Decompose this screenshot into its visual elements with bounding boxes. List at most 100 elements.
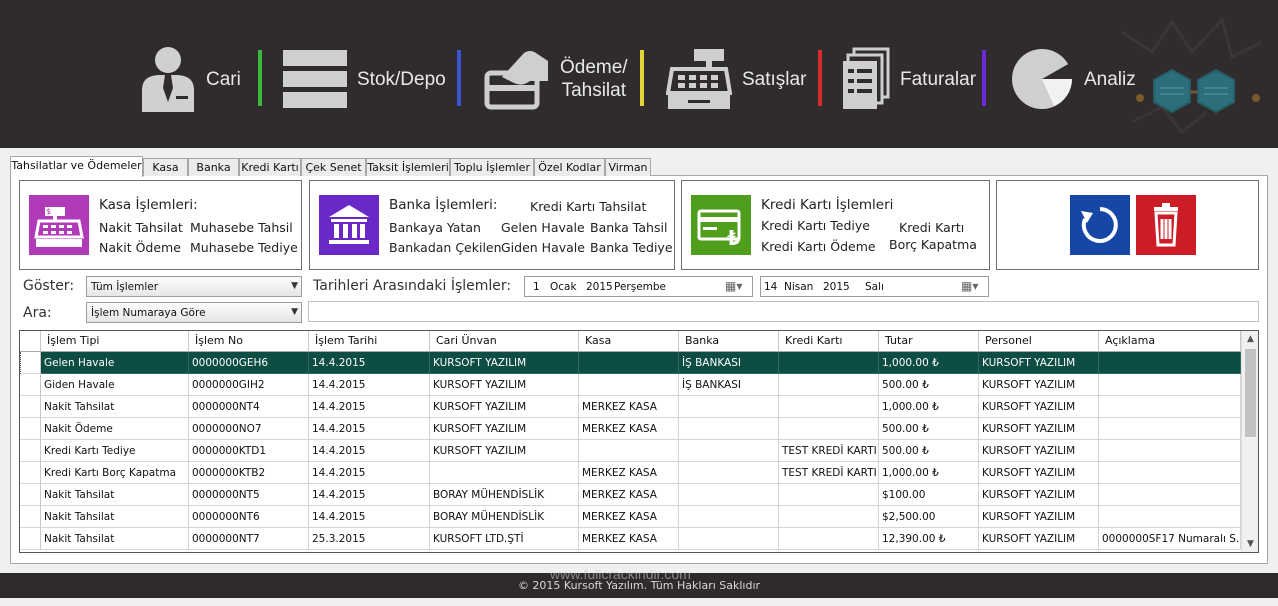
nakit-tahsilat-link[interactable]: Nakit Tahsilat bbox=[99, 220, 183, 235]
giden-havale-link[interactable]: Giden Havale bbox=[501, 240, 585, 255]
table-cell bbox=[679, 528, 779, 550]
banka-tahsil-link[interactable]: Banka Tahsil bbox=[590, 220, 667, 235]
scroll-up-icon[interactable]: ▲ bbox=[1242, 331, 1258, 347]
table-cell bbox=[679, 506, 779, 528]
menu-odeme-tahsilat[interactable]: Ödeme/ Tahsilat bbox=[484, 40, 628, 118]
row-header[interactable] bbox=[20, 418, 41, 440]
row-header[interactable] bbox=[20, 440, 41, 462]
table-cell: 500.00 ₺ bbox=[879, 418, 979, 440]
column-header[interactable]: Tutar bbox=[879, 331, 979, 352]
transactions-grid[interactable]: İşlem Tipi İşlem No İşlem Tarihi Cari Ünvan… bbox=[19, 330, 1259, 553]
ara-value: İşlem Numaraya Göre bbox=[91, 307, 206, 319]
tab-kasa[interactable]: Kasa bbox=[143, 158, 188, 176]
kredi-karti-borc-line1[interactable]: Kredi Kartı bbox=[899, 220, 964, 235]
kredi-karti-tediye-link[interactable]: Kredi Kartı Tediye bbox=[761, 218, 870, 233]
nakit-odeme-link[interactable]: Nakit Ödeme bbox=[99, 240, 181, 255]
banka-tediye-link[interactable]: Banka Tediye bbox=[590, 240, 673, 255]
goster-label: Göster: bbox=[23, 278, 75, 294]
goster-value: Tüm İşlemler bbox=[91, 281, 159, 293]
menu-stok-depo[interactable]: Stok/Depo bbox=[283, 40, 446, 118]
table-cell bbox=[1099, 352, 1241, 374]
muhasebe-tediye-link[interactable]: Muhasebe Tediye bbox=[190, 240, 298, 255]
menu-odeme-tahsilat-label: Ödeme/ Tahsilat bbox=[560, 56, 628, 102]
row-header[interactable] bbox=[20, 506, 41, 528]
table-cell: KURSOFT YAZILIM bbox=[979, 440, 1099, 462]
kredi-karti-tahsilat-link[interactable]: Kredi Kartı Tahsilat bbox=[530, 199, 646, 214]
calendar-icon[interactable]: ▦▾ bbox=[725, 279, 742, 293]
table-cell: TEST KREDİ KARTI bbox=[779, 440, 879, 462]
menu-odeme-line2: Tahsilat bbox=[561, 80, 626, 101]
column-header[interactable]: Banka bbox=[679, 331, 779, 352]
search-input[interactable] bbox=[308, 301, 1259, 322]
row-header[interactable] bbox=[20, 462, 41, 484]
tarih-araligi-label: Tarihleri Arasındaki İşlemler: bbox=[313, 278, 512, 294]
column-header[interactable]: Kasa bbox=[579, 331, 679, 352]
table-cell: Giden Havale bbox=[41, 374, 189, 396]
menu-faturalar[interactable]: Faturalar bbox=[842, 40, 976, 118]
table-cell: KURSOFT YAZILIM bbox=[979, 352, 1099, 374]
table-cell: 14.4.2015 bbox=[309, 506, 430, 528]
table-cell: 14.4.2015 bbox=[309, 462, 430, 484]
goster-select[interactable]: Tüm İşlemler ▼ bbox=[86, 276, 302, 297]
column-header[interactable]: İşlem No bbox=[189, 331, 309, 352]
action-panel bbox=[996, 180, 1259, 270]
bankaya-yatan-link[interactable]: Bankaya Yatan bbox=[389, 220, 481, 235]
table-cell: 0000000GIH2 bbox=[189, 374, 309, 396]
kredi-karti-odeme-link[interactable]: Kredi Kartı Ödeme bbox=[761, 239, 876, 254]
table-cell: MERKEZ KASA bbox=[579, 528, 679, 550]
row-header[interactable] bbox=[20, 374, 41, 396]
date-to-weekday: Salı bbox=[865, 281, 884, 293]
table-cell: 0000000GEH6 bbox=[189, 352, 309, 374]
column-header[interactable]: İşlem Tipi bbox=[41, 331, 189, 352]
tab-taksit-islemleri[interactable]: Taksit İşlemleri bbox=[366, 158, 450, 176]
table-cell: 25.3.2015 bbox=[309, 528, 430, 550]
tab-kredi-karti[interactable]: Kredi Kartı bbox=[239, 158, 301, 176]
column-header[interactable]: Cari Ünvan bbox=[430, 331, 579, 352]
refresh-button[interactable] bbox=[1070, 195, 1130, 255]
row-header[interactable] bbox=[20, 352, 41, 374]
bankadan-cekilen-link[interactable]: Bankadan Çekilen bbox=[389, 240, 502, 255]
row-header[interactable] bbox=[20, 484, 41, 506]
vertical-scrollbar[interactable]: ▲ ▼ bbox=[1241, 331, 1258, 552]
tab-toplu-islemler[interactable]: Toplu İşlemler bbox=[450, 158, 534, 176]
bank-building-icon bbox=[329, 205, 369, 244]
table-cell: 1,000.00 ₺ bbox=[879, 352, 979, 374]
bottom-strip bbox=[0, 598, 1278, 606]
table-cell: 14.4.2015 bbox=[309, 352, 430, 374]
date-from-picker[interactable]: 1 Ocak 2015 Perşembe ▦▾ bbox=[524, 276, 753, 297]
muhasebe-tahsil-link[interactable]: Muhasebe Tahsil bbox=[190, 220, 293, 235]
table-cell: 0000000NT5 bbox=[189, 484, 309, 506]
tab-tahsilatlar-ve-odemeler[interactable]: Tahsilatlar ve Ödemeler bbox=[10, 156, 143, 177]
kredi-karti-islemleri-title: Kredi Kartı İşlemleri bbox=[761, 197, 894, 213]
date-to-day: 14 bbox=[764, 281, 778, 293]
date-to-picker[interactable]: 14 Nisan 2015 Salı ▦▾ bbox=[760, 276, 989, 297]
menu-cari[interactable]: Cari bbox=[140, 40, 241, 118]
column-header[interactable]: İşlem Tarihi bbox=[309, 331, 430, 352]
row-header[interactable] bbox=[20, 528, 41, 550]
decorative-hexagon-logo bbox=[1121, 17, 1263, 135]
menu-satislar[interactable]: Satışlar bbox=[666, 40, 806, 118]
scroll-thumb[interactable] bbox=[1245, 349, 1256, 437]
table-cell: 0000000NT7 bbox=[189, 528, 309, 550]
column-header[interactable]: Personel bbox=[979, 331, 1099, 352]
ara-select[interactable]: İşlem Numaraya Göre ▼ bbox=[86, 302, 302, 323]
borc-kapatma-link[interactable]: Borç Kapatma bbox=[889, 237, 977, 252]
row-header[interactable] bbox=[20, 396, 41, 418]
tab-virman[interactable]: Virman bbox=[605, 158, 651, 176]
table-cell: 0000000NO7 bbox=[189, 418, 309, 440]
calendar-icon[interactable]: ▦▾ bbox=[961, 279, 978, 293]
table-cell bbox=[1099, 374, 1241, 396]
table-cell: KURSOFT YAZILIM bbox=[430, 352, 579, 374]
gelen-havale-link[interactable]: Gelen Havale bbox=[501, 220, 585, 235]
column-header[interactable]: Açıklama bbox=[1099, 331, 1241, 352]
tab-ozel-kodlar[interactable]: Özel Kodlar bbox=[534, 158, 605, 176]
column-header[interactable]: Kredi Kartı bbox=[779, 331, 879, 352]
scroll-down-icon[interactable]: ▼ bbox=[1242, 536, 1258, 552]
table-cell: KURSOFT YAZILIM bbox=[979, 396, 1099, 418]
table-cell: İŞ BANKASI bbox=[679, 352, 779, 374]
delete-button[interactable] bbox=[1136, 195, 1196, 255]
tab-cek-senet[interactable]: Çek Senet bbox=[301, 158, 366, 176]
table-cell: 0000000KTB2 bbox=[189, 462, 309, 484]
table-cell: $100.00 bbox=[879, 484, 979, 506]
tab-banka[interactable]: Banka bbox=[188, 158, 239, 176]
